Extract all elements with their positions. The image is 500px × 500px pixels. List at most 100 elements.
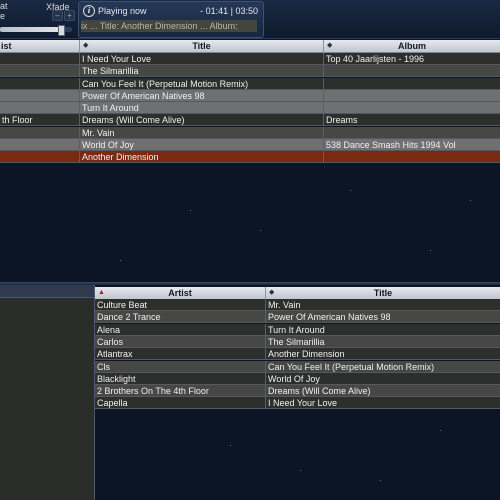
- title-cell: I Need Your Love: [80, 53, 324, 65]
- left-pane: [0, 285, 95, 500]
- column-header-artist[interactable]: ▲ Artist: [95, 287, 266, 299]
- playlist-header: ist ◆ Title ◆ Album: [0, 40, 500, 53]
- library-row[interactable]: Blacklight World Of Joy: [95, 372, 500, 385]
- album-cell: Top 40 Jaarlijsten - 1996: [326, 54, 425, 64]
- title-cell: Mr. Vain: [80, 126, 324, 139]
- column-header-title-label: Title: [192, 41, 211, 51]
- column-header-album[interactable]: ◆ Album: [324, 40, 500, 52]
- sort-indicator-icon: ▲: [98, 289, 105, 296]
- title-cell: World Of Joy: [80, 138, 324, 151]
- title-cell: Another Dimension: [80, 151, 324, 163]
- artist-cell: [0, 77, 80, 90]
- playlist-row[interactable]: Power Of American Natives 98: [0, 89, 500, 102]
- sort-icon: ◆: [83, 42, 89, 49]
- sort-icon: ◆: [269, 289, 275, 296]
- artist-cell: [0, 102, 80, 114]
- library-row[interactable]: Capella I Need Your Love: [95, 397, 500, 410]
- background-star: [230, 445, 231, 446]
- background-star: [120, 260, 121, 261]
- album-cell: [324, 90, 500, 102]
- crossfade-slider-fill: [0, 27, 62, 32]
- marquee-text: ix ... Title: Another Dimension ... Albu…: [81, 21, 238, 31]
- playlist-row[interactable]: Turn It Around: [0, 102, 500, 114]
- title-cell: Power Of American Natives 98: [268, 312, 391, 323]
- title-cell: I Need Your Love: [268, 398, 338, 409]
- artist-cell: Culture Beat: [95, 299, 266, 311]
- xfade-decrease-button[interactable]: –: [52, 10, 63, 21]
- title-cell: Turn It Around: [268, 324, 325, 335]
- artist-cell: [0, 138, 80, 151]
- top-bar: at e Xfade – + i Playing now - 01:41 | 0…: [0, 0, 500, 39]
- playlist-row[interactable]: Can You Feel It (Perpetual Motion Remix): [0, 77, 500, 90]
- album-cell: Dreams: [326, 115, 358, 126]
- library-row[interactable]: Cls Can You Feel It (Perpetual Motion Rem…: [95, 360, 500, 373]
- xfade-increase-button[interactable]: +: [64, 10, 75, 21]
- title-cell: The Silmarillia: [80, 65, 324, 78]
- title-cell: Mr. Vain: [268, 300, 301, 310]
- playlist-row[interactable]: World Of Joy 538 Dance Smash Hits 1994 Vo…: [0, 138, 500, 151]
- artist-cell: [0, 89, 80, 102]
- playlist-row[interactable]: th Floor Dreams (Will Come Alive) Dreams: [0, 114, 500, 127]
- truncated-label-e: e: [0, 11, 6, 21]
- title-cell: The Silmarillia: [268, 336, 325, 347]
- artist-cell: 2 Brothers On The 4th Floor: [95, 385, 266, 398]
- artist-cell: Cls: [95, 360, 266, 373]
- library-row[interactable]: Alena Turn It Around: [95, 323, 500, 336]
- library-row[interactable]: Culture Beat Mr. Vain: [95, 299, 500, 311]
- column-header-title[interactable]: ◆ Title: [266, 287, 500, 299]
- album-cell: [324, 127, 500, 139]
- album-cell: [324, 102, 500, 114]
- truncated-label-at: at: [0, 1, 8, 11]
- background-star: [430, 250, 431, 251]
- title-cell: World Of Joy: [268, 373, 320, 384]
- column-header-title[interactable]: ◆ Title: [80, 40, 324, 52]
- title-cell: Can You Feel It (Perpetual Motion Remix): [80, 77, 324, 90]
- title-cell: Another Dimension: [268, 349, 345, 360]
- artist-cell: [0, 65, 80, 78]
- now-playing-label: Playing now: [98, 6, 147, 16]
- title-cell: Dreams (Will Come Alive): [80, 114, 324, 127]
- crossfade-slider[interactable]: [0, 25, 72, 36]
- playlist-row[interactable]: Mr. Vain: [0, 126, 500, 139]
- playlist-row[interactable]: I Need Your Love Top 40 Jaarlijsten - 199…: [0, 53, 500, 65]
- title-cell: Can You Feel It (Perpetual Motion Remix): [268, 361, 435, 372]
- column-header-artist-label: ist: [1, 41, 12, 51]
- now-playing-panel: i Playing now - 01:41 | 03:50 ix ... Tit…: [78, 1, 264, 38]
- now-playing-marquee: ix ... Title: Another Dimension ... Albu…: [81, 20, 257, 32]
- background-star: [300, 470, 301, 471]
- playlist-row[interactable]: The Silmarillia: [0, 65, 500, 78]
- background-star: [350, 190, 351, 191]
- library-row[interactable]: Dance 2 Trance Power Of American Natives …: [95, 311, 500, 324]
- library-grid[interactable]: ▲ Artist ◆ Title Culture Beat Mr. Vain Dan…: [95, 287, 500, 500]
- artist-cell: Atlantrax: [95, 348, 266, 361]
- background-star: [260, 230, 261, 231]
- column-header-title-label: Title: [373, 288, 393, 298]
- library-row[interactable]: Carlos The Silmarillia: [95, 335, 500, 348]
- background-star: [380, 480, 381, 481]
- artist-cell: Dance 2 Trance: [95, 311, 266, 324]
- album-cell: [324, 78, 500, 90]
- library-row[interactable]: 2 Brothers On The 4th Floor Dreams (Will …: [95, 385, 500, 398]
- title-cell: Dreams (Will Come Alive): [268, 386, 371, 397]
- album-cell: 538 Dance Smash Hits 1994 Vol: [326, 139, 456, 150]
- column-header-artist[interactable]: ist: [0, 40, 80, 52]
- album-cell: [324, 65, 500, 77]
- crossfade-slider-thumb[interactable]: [58, 25, 66, 36]
- artist-cell: [0, 151, 80, 163]
- sort-icon: ◆: [327, 42, 333, 49]
- background-star: [470, 200, 471, 201]
- library-row[interactable]: Atlantrax Another Dimension: [95, 348, 500, 361]
- playlist-grid[interactable]: ist ◆ Title ◆ Album I Need Your Love Top …: [0, 40, 500, 282]
- track-time: - 01:41 | 03:50: [200, 6, 258, 16]
- info-icon[interactable]: i: [83, 5, 95, 17]
- artist-cell: Carlos: [95, 335, 266, 348]
- artist-cell: Alena: [95, 323, 266, 336]
- artist-cell: [0, 126, 80, 139]
- title-cell: Turn It Around: [80, 102, 324, 114]
- playlist-row-selected[interactable]: Another Dimension: [0, 151, 500, 163]
- left-pane-header: [0, 285, 94, 298]
- title-cell: Power Of American Natives 98: [80, 89, 324, 102]
- column-header-artist-label: Artist: [168, 288, 192, 298]
- artist-cell: Capella: [95, 397, 266, 410]
- background-star: [190, 210, 191, 211]
